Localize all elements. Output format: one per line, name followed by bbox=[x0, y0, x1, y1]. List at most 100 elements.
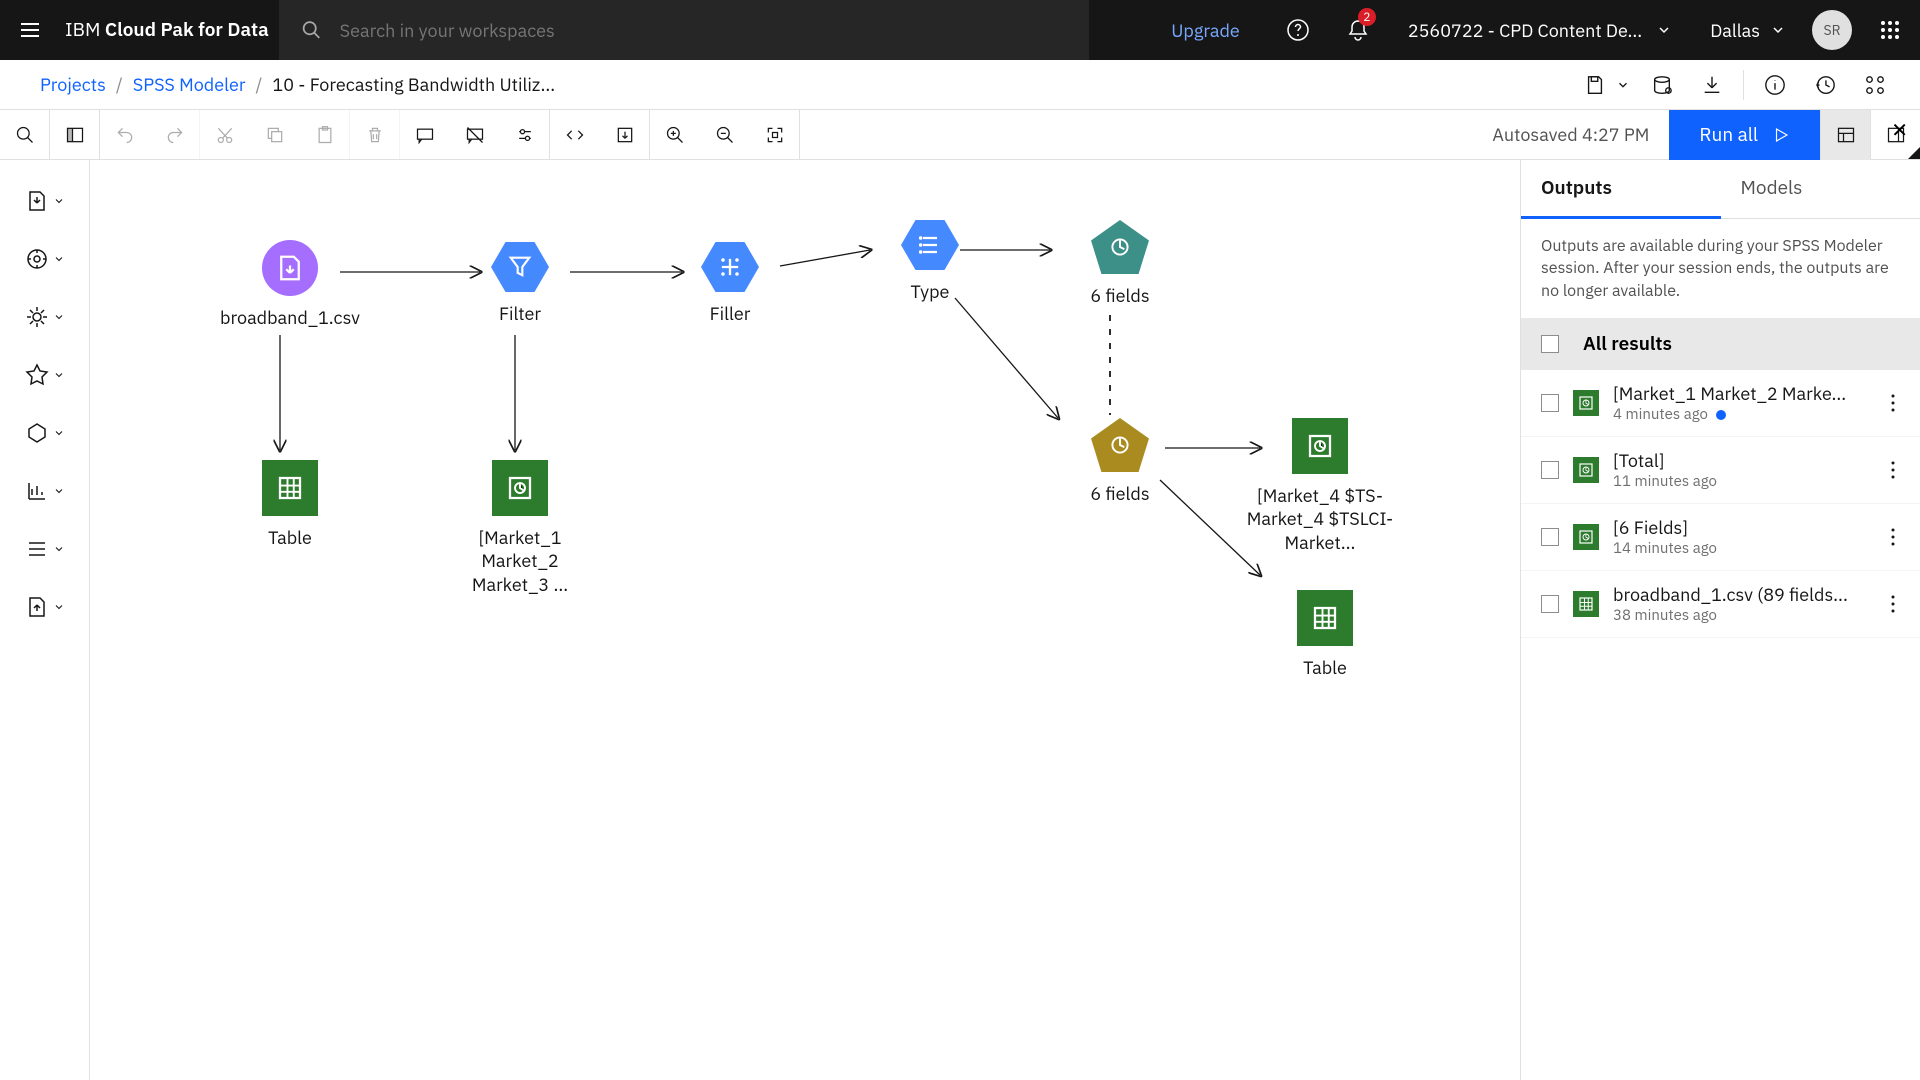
node-table2-label: Table bbox=[1265, 656, 1385, 679]
app-switcher-button[interactable] bbox=[1860, 0, 1920, 60]
palette-graphs[interactable] bbox=[0, 462, 89, 520]
outputs-panel: ✕ Outputs Models Outputs are available d… bbox=[1520, 160, 1920, 1080]
overflow-menu-button[interactable] bbox=[1886, 393, 1900, 413]
search-input[interactable] bbox=[340, 19, 1089, 42]
download-button[interactable] bbox=[1687, 60, 1737, 110]
result-time: 4 minutes ago bbox=[1613, 405, 1872, 424]
palette-outputs[interactable] bbox=[0, 520, 89, 578]
result-checkbox[interactable] bbox=[1541, 461, 1559, 479]
notification-badge: 2 bbox=[1358, 8, 1376, 26]
result-row[interactable]: [6 Fields]14 minutes ago bbox=[1521, 504, 1920, 571]
breadcrumb-projects[interactable]: Projects bbox=[40, 73, 106, 96]
menu-button[interactable] bbox=[0, 0, 60, 60]
upgrade-link[interactable]: Upgrade bbox=[1143, 19, 1268, 42]
result-title: [Total] bbox=[1613, 449, 1872, 472]
node-filler[interactable]: Filler bbox=[680, 242, 780, 325]
overflow-menu-button[interactable] bbox=[1886, 460, 1900, 480]
run-all-button[interactable]: Run all bbox=[1669, 110, 1820, 160]
global-search[interactable] bbox=[279, 0, 1089, 60]
delete-button[interactable] bbox=[350, 110, 400, 160]
import-button[interactable] bbox=[600, 110, 650, 160]
tab-outputs[interactable]: Outputs bbox=[1521, 160, 1721, 219]
search-canvas-button[interactable] bbox=[0, 110, 50, 160]
node-6fields-top[interactable]: 6 fields bbox=[1060, 220, 1180, 307]
brand: IBM Cloud Pak for Data bbox=[60, 18, 279, 42]
outputs-note: Outputs are available during your SPSS M… bbox=[1521, 219, 1920, 318]
result-row[interactable]: [Total]11 minutes ago bbox=[1521, 437, 1920, 504]
node-ts-plot-label: [Market_4 $TS-Market_4 $TSLCI-Market... bbox=[1240, 484, 1400, 554]
palette-field-ops[interactable] bbox=[0, 288, 89, 346]
canvas-toolbar: Autosaved 4:27 PM Run all bbox=[0, 110, 1920, 160]
palette-modeling[interactable] bbox=[0, 346, 89, 404]
comment-button[interactable] bbox=[400, 110, 450, 160]
palette-rail bbox=[0, 160, 90, 1080]
account-switcher[interactable]: 2560722 - CPD Content De... bbox=[1388, 19, 1692, 42]
result-checkbox[interactable] bbox=[1541, 595, 1559, 613]
info-button[interactable] bbox=[1750, 60, 1800, 110]
help-button[interactable] bbox=[1268, 0, 1328, 60]
resize-handle[interactable] bbox=[1908, 147, 1920, 159]
breadcrumb-spss[interactable]: SPSS Modeler bbox=[133, 73, 246, 96]
flow-canvas[interactable]: broadband_1.csv Filter Filler Type 6 fie… bbox=[90, 160, 1520, 1080]
chevron-down-icon bbox=[1656, 22, 1672, 38]
result-checkbox[interactable] bbox=[1541, 528, 1559, 546]
palette-export[interactable] bbox=[0, 578, 89, 636]
region-switcher[interactable]: Dallas bbox=[1692, 19, 1804, 42]
copy-button[interactable] bbox=[250, 110, 300, 160]
undo-button[interactable] bbox=[100, 110, 150, 160]
overflow-menu-button[interactable] bbox=[1886, 594, 1900, 614]
node-type[interactable]: Type bbox=[880, 220, 980, 303]
save-menu-button[interactable] bbox=[1577, 60, 1637, 110]
node-6fields-mid[interactable]: 6 fields bbox=[1060, 418, 1180, 505]
result-time: 38 minutes ago bbox=[1613, 606, 1872, 625]
paste-button[interactable] bbox=[300, 110, 350, 160]
table-icon bbox=[1573, 591, 1599, 617]
node-table2[interactable]: Table bbox=[1265, 590, 1385, 679]
autosave-status: Autosaved 4:27 PM bbox=[1492, 123, 1669, 146]
play-icon bbox=[1772, 126, 1790, 144]
node-6fields-top-label: 6 fields bbox=[1060, 284, 1180, 307]
zoom-in-button[interactable] bbox=[650, 110, 700, 160]
account-label: 2560722 - CPD Content De... bbox=[1408, 19, 1642, 42]
user-avatar[interactable]: SR bbox=[1812, 10, 1852, 50]
palette-nuggets[interactable] bbox=[0, 404, 89, 462]
zoom-fit-button[interactable] bbox=[750, 110, 800, 160]
select-all-checkbox[interactable] bbox=[1541, 335, 1559, 353]
result-row[interactable]: broadband_1.csv (89 fields...38 minutes … bbox=[1521, 571, 1920, 638]
node-source[interactable]: broadband_1.csv bbox=[210, 240, 370, 329]
code-button[interactable] bbox=[550, 110, 600, 160]
node-ts-plot[interactable]: [Market_4 $TS-Market_4 $TSLCI-Market... bbox=[1240, 418, 1400, 554]
nodes-button[interactable] bbox=[1850, 60, 1900, 110]
panel-tabs: Outputs Models bbox=[1521, 160, 1920, 219]
breadcrumb-bar: Projects / SPSS Modeler / 10 - Forecasti… bbox=[0, 60, 1920, 110]
palette-import[interactable] bbox=[0, 172, 89, 230]
notifications-button[interactable]: 2 bbox=[1328, 0, 1388, 60]
all-results-label: All results bbox=[1583, 332, 1672, 356]
result-row[interactable]: [Market_1 Market_2 Marke...4 minutes ago bbox=[1521, 370, 1920, 437]
zoom-out-button[interactable] bbox=[700, 110, 750, 160]
cut-button[interactable] bbox=[200, 110, 250, 160]
chart-icon bbox=[1573, 390, 1599, 416]
settings-button[interactable] bbox=[500, 110, 550, 160]
data-button[interactable] bbox=[1637, 60, 1687, 110]
result-checkbox[interactable] bbox=[1541, 394, 1559, 412]
palette-record-ops[interactable] bbox=[0, 230, 89, 288]
chart-icon bbox=[1573, 457, 1599, 483]
close-panel-button[interactable]: ✕ bbox=[1891, 116, 1908, 143]
chevron-down-icon bbox=[1770, 22, 1786, 38]
node-table1-label: Table bbox=[230, 526, 350, 549]
result-time: 14 minutes ago bbox=[1613, 539, 1872, 558]
node-filler-label: Filler bbox=[680, 302, 780, 325]
redo-button[interactable] bbox=[150, 110, 200, 160]
panel-toggle-button[interactable] bbox=[50, 110, 100, 160]
hide-comments-button[interactable] bbox=[450, 110, 500, 160]
node-table1[interactable]: Table bbox=[230, 460, 350, 549]
node-market-plot[interactable]: [Market_1 Market_2 Market_3 ... bbox=[445, 460, 595, 596]
run-all-label: Run all bbox=[1699, 123, 1758, 147]
overflow-menu-button[interactable] bbox=[1886, 527, 1900, 547]
node-filter[interactable]: Filter bbox=[470, 242, 570, 325]
history-button[interactable] bbox=[1800, 60, 1850, 110]
node-market-plot-label: [Market_1 Market_2 Market_3 ... bbox=[445, 526, 595, 596]
outputs-panel-toggle[interactable] bbox=[1820, 110, 1870, 160]
tab-models[interactable]: Models bbox=[1721, 160, 1920, 218]
